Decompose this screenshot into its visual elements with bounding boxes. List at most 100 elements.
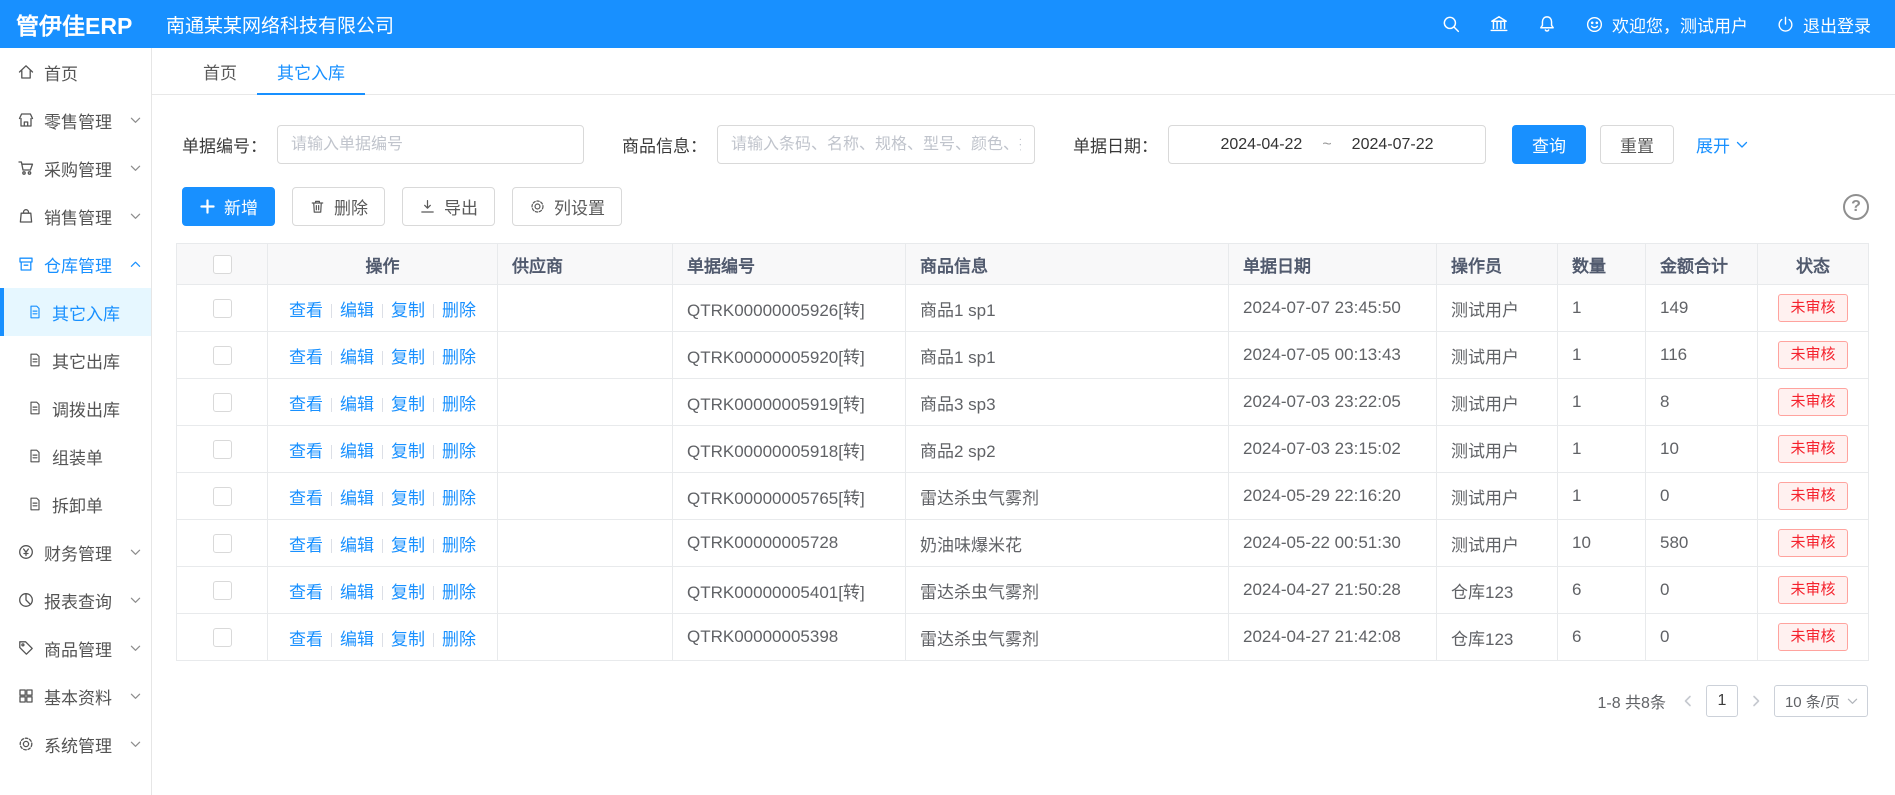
page-size-select[interactable]: 10 条/页 [1774,685,1868,717]
cell-bill-no: QTRK00000005919[转] [673,379,906,426]
row-action-view[interactable]: 查看 [289,536,323,555]
sidebar-item-goods[interactable]: 商品管理 [0,624,151,672]
row-action-view[interactable]: 查看 [289,583,323,602]
row-checkbox[interactable] [213,393,232,412]
row-action-edit[interactable]: 编辑 [340,301,374,320]
bill-no-input[interactable] [277,125,584,164]
row-action-edit[interactable]: 编辑 [340,395,374,414]
header-qty: 数量 [1558,244,1646,285]
page-number[interactable]: 1 [1706,685,1738,717]
search-button[interactable]: 查询 [1512,125,1586,164]
row-action-copy[interactable]: 复制 [391,442,425,461]
action-separator [382,633,383,647]
row-action-edit[interactable]: 编辑 [340,583,374,602]
bank-icon[interactable] [1489,14,1509,34]
row-action-view[interactable]: 查看 [289,442,323,461]
tab-other-inbound[interactable]: 其它入库 [257,48,365,94]
row-action-copy[interactable]: 复制 [391,489,425,508]
row-checkbox[interactable] [213,581,232,600]
help-icon[interactable]: ? [1843,194,1869,220]
sidebar-item-system[interactable]: 系统管理 [0,720,151,768]
next-page-icon[interactable] [1749,694,1763,708]
search-icon[interactable] [1441,14,1461,34]
date-end-value[interactable]: 2024-07-22 [1352,136,1434,154]
date-start-value[interactable]: 2024-04-22 [1220,136,1302,154]
sidebar-item-reports[interactable]: 报表查询 [0,576,151,624]
row-checkbox[interactable] [213,299,232,318]
add-button[interactable]: 新增 [182,187,275,226]
sidebar-item-transfer-outbound[interactable]: 调拨出库 [0,384,151,432]
sidebar-item-assembly[interactable]: 组装单 [0,432,151,480]
document-icon [27,496,43,512]
action-separator [382,539,383,553]
row-action-delete[interactable]: 删除 [442,442,476,461]
sidebar-item-disassembly[interactable]: 拆卸单 [0,480,151,528]
sidebar-item-finance[interactable]: 财务管理 [0,528,151,576]
row-action-copy[interactable]: 复制 [391,301,425,320]
row-action-delete[interactable]: 删除 [442,301,476,320]
row-action-delete[interactable]: 删除 [442,489,476,508]
table-header-row: 操作 供应商 单据编号 商品信息 单据日期 操作员 数量 金额合计 状态 [177,244,1869,285]
row-action-edit[interactable]: 编辑 [340,630,374,649]
action-separator [331,539,332,553]
cell-qty: 1 [1558,473,1646,520]
bell-icon[interactable] [1537,14,1557,34]
row-checkbox[interactable] [213,534,232,553]
sidebar-item-sales[interactable]: 销售管理 [0,192,151,240]
sidebar-item-retail[interactable]: 零售管理 [0,96,151,144]
cell-product: 雷达杀虫气雾剂 [906,567,1229,614]
cell-amount: 149 [1646,285,1758,332]
export-button[interactable]: 导出 [402,187,495,226]
row-action-delete[interactable]: 删除 [442,536,476,555]
row-checkbox[interactable] [213,440,232,459]
header-status: 状态 [1758,244,1869,285]
row-action-copy[interactable]: 复制 [391,395,425,414]
date-separator: ~ [1322,136,1331,154]
row-action-view[interactable]: 查看 [289,348,323,367]
delete-button[interactable]: 删除 [292,187,385,226]
action-separator [382,304,383,318]
row-checkbox[interactable] [213,346,232,365]
tab-home[interactable]: 首页 [183,48,257,94]
prev-page-icon[interactable] [1681,694,1695,708]
welcome-user[interactable]: 欢迎您，测试用户 [1585,12,1748,37]
row-action-delete[interactable]: 删除 [442,630,476,649]
sidebar-item-label: 销售管理 [44,204,121,229]
row-checkbox[interactable] [213,487,232,506]
row-action-view[interactable]: 查看 [289,630,323,649]
sidebar-item-other-outbound[interactable]: 其它出库 [0,336,151,384]
cell-supplier [498,426,673,473]
sidebar-item-other-inbound[interactable]: 其它入库 [0,288,151,336]
row-action-copy[interactable]: 复制 [391,630,425,649]
sidebar-item-warehouse[interactable]: 仓库管理 [0,240,151,288]
smiley-icon [1585,15,1604,34]
product-info-input[interactable] [717,125,1035,164]
row-action-copy[interactable]: 复制 [391,536,425,555]
sidebar-item-home[interactable]: 首页 [0,48,151,96]
row-action-copy[interactable]: 复制 [391,583,425,602]
expand-filters-link[interactable]: 展开 [1696,132,1748,157]
sidebar-item-purchase[interactable]: 采购管理 [0,144,151,192]
column-settings-button[interactable]: 列设置 [512,187,622,226]
row-action-delete[interactable]: 删除 [442,583,476,602]
action-separator [382,398,383,412]
row-action-copy[interactable]: 复制 [391,348,425,367]
cell-date: 2024-07-05 00:13:43 [1229,332,1437,379]
row-checkbox[interactable] [213,628,232,647]
row-action-view[interactable]: 查看 [289,395,323,414]
row-action-edit[interactable]: 编辑 [340,489,374,508]
row-action-view[interactable]: 查看 [289,489,323,508]
sidebar-item-basic-data[interactable]: 基本资料 [0,672,151,720]
cell-operator: 测试用户 [1437,379,1558,426]
row-action-edit[interactable]: 编辑 [340,348,374,367]
row-action-edit[interactable]: 编辑 [340,536,374,555]
reset-button[interactable]: 重置 [1600,125,1674,164]
row-action-edit[interactable]: 编辑 [340,442,374,461]
row-action-delete[interactable]: 删除 [442,395,476,414]
date-range-picker[interactable]: 2024-04-22 ~ 2024-07-22 [1168,125,1486,164]
select-all-checkbox[interactable] [213,255,232,274]
row-action-view[interactable]: 查看 [289,301,323,320]
sidebar-item-label: 基本资料 [44,684,121,709]
row-action-delete[interactable]: 删除 [442,348,476,367]
logout-button[interactable]: 退出登录 [1776,12,1871,37]
